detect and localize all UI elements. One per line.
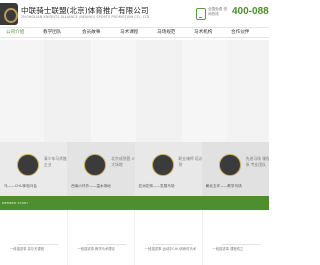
tile-caption: 马——CHU体验马会 [4,184,37,188]
news-text: 一段描述事 课程成立 [212,247,244,251]
tile-text: 北京成熟营 4个大场地 [111,156,134,167]
nav-item-team[interactable]: 教学团队 [43,29,61,35]
tile-caption: 西南六环外——温木场地 [71,184,111,188]
tile-caption: 朝北五环——教学马场 [205,184,242,188]
nav-item-partners[interactable]: 合作伙伴 [231,29,249,35]
hotline-label: 全国免费 咨询热线 [208,7,228,16]
news-item[interactable]: 一段描述事 运动中CHU训练时马术 [135,210,203,265]
tile-text: 青少年马术推广企业 [44,156,67,167]
nav-item-rules[interactable]: 马场规范 [157,29,175,35]
section-label: MEMBER STORY [2,201,29,205]
rider-icon [218,154,241,176]
tile-text: 职业骑师 培训成熟 [178,156,202,167]
phone-number: 400-088 [232,6,269,17]
logo[interactable] [0,3,18,25]
page: 中联骑士联盟(北京)体育推广有限公司 ZHONGLIAN KNIGHTS ALL… [0,0,269,265]
feature-tile[interactable]: 北京成熟营 4个大场地 西南六环外——温木场地 [67,142,135,196]
news-row: 一段描述事 高尔夫课程 一段描述事 教学马术理论 一段描述事 运动中CHU训练时… [0,210,269,265]
nav-item-institutions[interactable]: 马术机构 [194,29,212,35]
tile-caption: 亚洲花驹——发展马场 [138,184,175,188]
venue-icon [84,154,107,176]
feature-tiles: 青少年马术推广企业 马——CHU体验马会 北京成熟营 4个大场地 西南六环外——… [0,142,269,196]
feature-tile[interactable]: 青少年马术推广企业 马——CHU体验马会 [0,142,68,196]
brand-english-name: ZHONGLIAN KNIGHTS ALLIANCE (BEIJING) SPO… [21,15,151,19]
news-text: 一段描述事 运动中CHU训练时马术 [145,247,197,251]
phone-icon [196,8,206,20]
news-item[interactable]: 一段描述事 课程成立 [203,210,270,265]
tile-text: 先进马场 课程体系 专业团队 [245,156,269,167]
main-nav: 公司介绍 教学团队 会员故事 马术课程 马场规范 马术机构 合作伙伴 [0,27,269,38]
news-text: 一段描述事 高尔夫课程 [10,247,45,251]
news-item[interactable]: 一段描述事 高尔夫课程 [0,210,68,265]
news-item[interactable]: 一段描述事 教学马术理论 [68,210,135,265]
nav-item-courses[interactable]: 马术课程 [120,29,138,35]
horse-icon [17,154,39,176]
feature-tile[interactable]: 职业骑师 培训成熟 亚洲花驹——发展马场 [134,142,202,196]
feature-tile[interactable]: 先进马场 课程体系 专业团队 朝北五环——教学马场 [201,142,269,196]
hero-banner [0,40,269,142]
nav-item-company[interactable]: 公司介绍 [6,29,24,35]
news-text: 一段描述事 教学马术理论 [77,247,115,251]
nav-item-member-stories[interactable]: 会员故事 [82,29,100,35]
horse-head-icon [151,154,174,176]
section-bar [0,196,269,210]
